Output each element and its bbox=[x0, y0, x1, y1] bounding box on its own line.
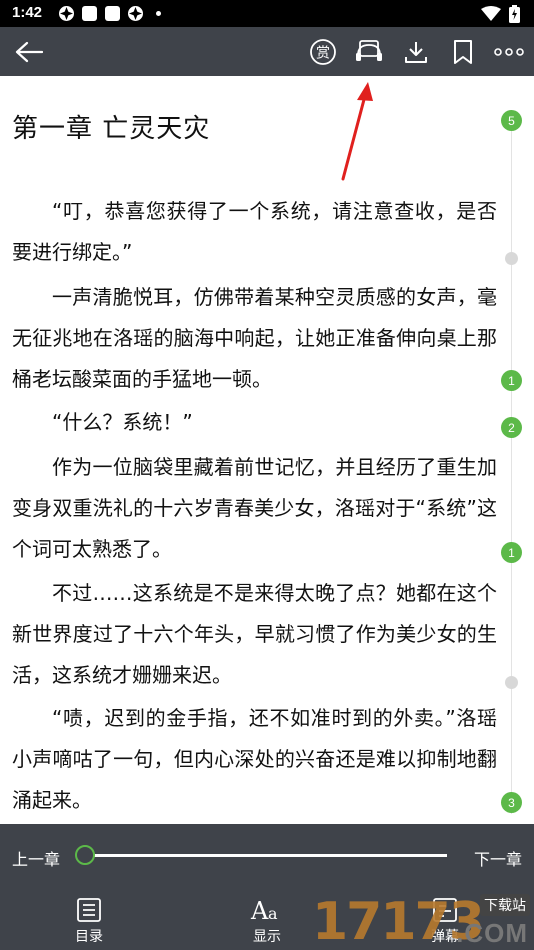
bookmark-button[interactable] bbox=[446, 35, 480, 69]
paragraph-comment-dot[interactable] bbox=[505, 252, 518, 265]
display-button[interactable]: A a 显示 bbox=[237, 896, 297, 946]
svg-text:a: a bbox=[268, 904, 278, 923]
next-chapter-button[interactable]: 下一章 bbox=[474, 846, 522, 870]
status-notification-icons bbox=[58, 5, 167, 22]
notification-square-icon-2 bbox=[105, 6, 120, 21]
chapter-progress-track[interactable] bbox=[90, 854, 447, 857]
watermark-domain: .COM bbox=[456, 918, 528, 948]
back-arrow-icon bbox=[15, 41, 43, 63]
bookmark-icon bbox=[454, 40, 472, 64]
paragraph: “叮，恭喜您获得了一个系统，请注意查收，是否要进行绑定。” bbox=[12, 199, 497, 264]
paragraph: “什么？系统！” bbox=[52, 410, 193, 434]
annotation-arrow-icon bbox=[341, 82, 373, 181]
watermark-download-badge: 下载站 bbox=[480, 894, 530, 916]
paragraph-comment-dot[interactable] bbox=[505, 676, 518, 689]
more-button[interactable] bbox=[492, 35, 526, 69]
comment-rail bbox=[511, 124, 512, 814]
back-button[interactable] bbox=[12, 35, 46, 69]
more-dots-icon bbox=[494, 48, 524, 56]
list-icon bbox=[77, 898, 101, 922]
notification-dot-icon bbox=[156, 11, 161, 16]
paragraph-comment-badge[interactable]: 2 bbox=[501, 417, 522, 438]
reward-label: 赏 bbox=[316, 46, 330, 62]
status-bar: 1:42 bbox=[0, 0, 534, 27]
font-size-icon: A a bbox=[250, 897, 278, 924]
download-button[interactable] bbox=[399, 35, 433, 69]
site-watermark: 17173 下载站 .COM bbox=[312, 892, 534, 950]
toc-label: 目录 bbox=[75, 929, 103, 945]
paragraph: 不过……这系统是不是来得太晚了点？她都在这个新世界度过了十六个年头，早就习惯了作… bbox=[12, 581, 497, 687]
paragraph-comment-badge[interactable]: 1 bbox=[501, 370, 522, 391]
toc-button[interactable]: 目录 bbox=[59, 896, 119, 946]
chapter-progress-knob[interactable] bbox=[75, 845, 95, 865]
listen-book-icon bbox=[356, 40, 382, 61]
battery-icon bbox=[509, 5, 520, 23]
paragraph: “啧，迟到的金手指，还不如准时到的外卖。”洛瑶小声嘀咕了一句，但内心深处的兴奋还… bbox=[12, 706, 497, 812]
reading-area[interactable]: 第一章 亡灵天灾 “叮，恭喜您获得了一个系统，请注意查收，是否要进行绑定。” 一… bbox=[0, 76, 534, 824]
status-time: 1:42 bbox=[12, 4, 43, 21]
chapter-navigation: 上一章 下一章 bbox=[0, 824, 534, 888]
paragraph: 一声清脆悦耳，仿佛带着某种空灵质感的女声，毫无征兆地在洛瑶的脑海中响起，让她正准… bbox=[12, 285, 497, 391]
notification-app-icon-2 bbox=[128, 6, 143, 21]
status-system-icons bbox=[481, 5, 520, 23]
reward-icon: 赏 bbox=[310, 39, 336, 65]
notification-app-icon bbox=[59, 6, 74, 21]
listen-button[interactable] bbox=[352, 35, 386, 69]
notification-square-icon bbox=[82, 6, 97, 21]
chapter-title: 第一章 亡灵天灾 bbox=[12, 114, 211, 144]
prev-chapter-button[interactable]: 上一章 bbox=[12, 846, 60, 870]
wifi-icon bbox=[481, 6, 501, 21]
paragraph-comment-badge[interactable]: 3 bbox=[501, 792, 522, 813]
display-label: 显示 bbox=[253, 929, 281, 945]
reward-button[interactable]: 赏 bbox=[306, 35, 340, 69]
paragraph: 作为一位脑袋里藏着前世记忆，并且经历了重生加变身双重洗礼的十六岁青春美少女，洛瑶… bbox=[12, 455, 497, 561]
download-icon bbox=[405, 42, 427, 63]
paragraph-comment-badge[interactable]: 1 bbox=[501, 542, 522, 563]
svg-text:A: A bbox=[250, 897, 269, 924]
reader-toolbar: 赏 bbox=[0, 27, 534, 76]
paragraph-comment-badge[interactable]: 5 bbox=[501, 110, 522, 131]
